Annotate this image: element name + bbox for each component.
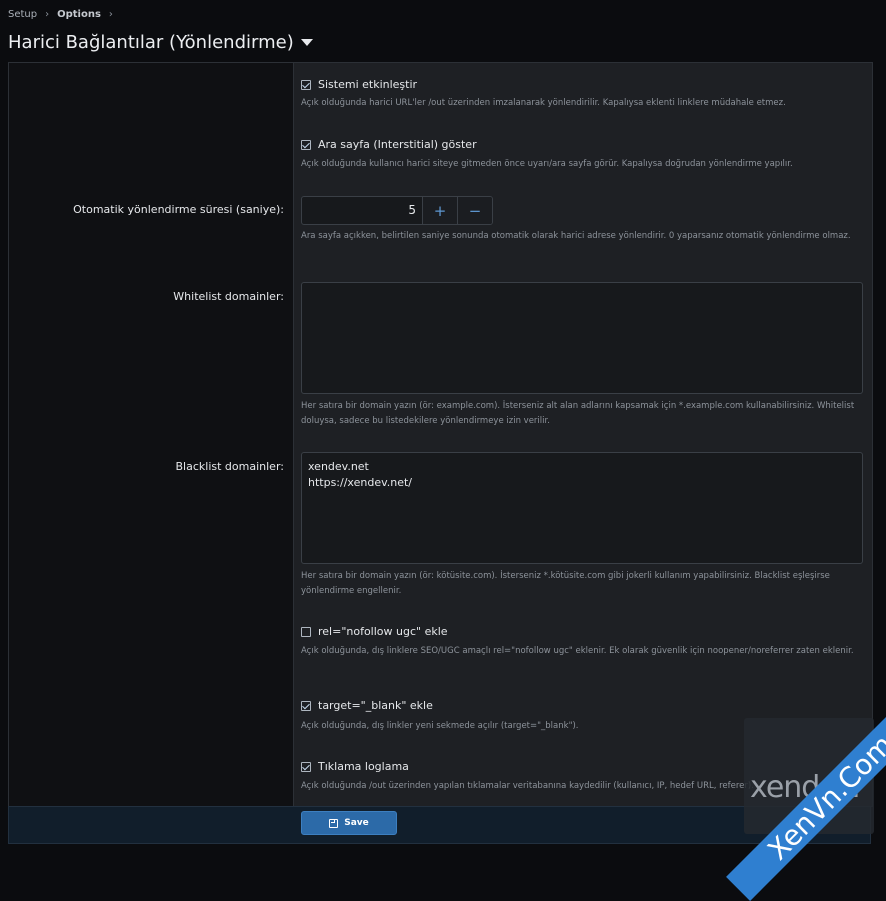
breadcrumb-item-options[interactable]: Options — [57, 9, 101, 20]
save-button-label: Save — [344, 818, 369, 828]
redirect-delay-hint: Ara sayfa açıkken, belirtilen saniye son… — [301, 231, 851, 241]
interstitial-checkbox[interactable] — [301, 139, 311, 150]
blacklist-hint: Her satıra bir domain yazın (ör: kötüsit… — [301, 571, 830, 596]
options-form — [8, 62, 873, 807]
chevron-right-icon: › — [108, 9, 113, 20]
click-log-label: Tıklama loglama — [318, 760, 409, 773]
enable-system-option[interactable]: Sistemi etkinleştir — [301, 78, 417, 91]
decrement-button[interactable]: − — [457, 197, 492, 224]
click-log-hint: Açık olduğunda /out üzerinden yapılan tı… — [301, 781, 754, 791]
target-blank-option[interactable]: target="_blank" ekle — [301, 699, 433, 712]
whitelist-hint: Her satıra bir domain yazın (ör: example… — [301, 401, 855, 426]
page-title-text: Harici Bağlantılar (Yönlendirme) — [8, 32, 294, 53]
form-footer — [8, 806, 871, 844]
redirect-delay-stepper: 5 + − — [301, 196, 493, 225]
enable-system-label: Sistemi etkinleştir — [318, 78, 418, 91]
click-log-option[interactable]: Tıklama loglama — [301, 760, 409, 773]
blacklist-textarea[interactable] — [301, 452, 863, 564]
interstitial-option[interactable]: Ara sayfa (Interstitial) göster — [301, 138, 477, 151]
enable-system-hint: Açık olduğunda harici URL'ler /out üzeri… — [301, 98, 786, 108]
target-blank-checkbox[interactable] — [301, 700, 311, 711]
form-rows-column — [293, 63, 872, 806]
enable-system-checkbox[interactable] — [301, 79, 311, 90]
caret-down-icon[interactable] — [300, 39, 313, 46]
whitelist-textarea[interactable] — [301, 282, 863, 394]
nofollow-hint: Açık olduğunda, dış linklere SEO/UGC ama… — [301, 646, 854, 656]
save-button[interactable]: Save — [301, 811, 397, 835]
breadcrumb: Setup › Options › — [8, 9, 121, 20]
save-icon — [329, 818, 339, 828]
target-blank-label: target="_blank" ekle — [318, 699, 433, 712]
nofollow-label: rel="nofollow ugc" ekle — [318, 625, 448, 638]
interstitial-label: Ara sayfa (Interstitial) göster — [318, 138, 477, 151]
whitelist-label: Whitelist domainler: — [173, 290, 284, 303]
nofollow-checkbox[interactable] — [301, 626, 311, 637]
redirect-delay-input[interactable]: 5 — [302, 197, 422, 224]
page-title[interactable]: Harici Bağlantılar (Yönlendirme) — [8, 32, 313, 53]
redirect-delay-label: Otomatik yönlendirme süresi (saniye): — [73, 203, 284, 216]
blacklist-label: Blacklist domainler: — [175, 460, 284, 473]
click-log-checkbox[interactable] — [301, 761, 311, 772]
breadcrumb-item-setup[interactable]: Setup — [8, 9, 37, 20]
increment-button[interactable]: + — [422, 197, 457, 224]
chevron-right-icon: › — [45, 9, 50, 20]
nofollow-option[interactable]: rel="nofollow ugc" ekle — [301, 625, 448, 638]
interstitial-hint: Açık olduğunda kullanıcı harici siteye g… — [301, 159, 793, 169]
